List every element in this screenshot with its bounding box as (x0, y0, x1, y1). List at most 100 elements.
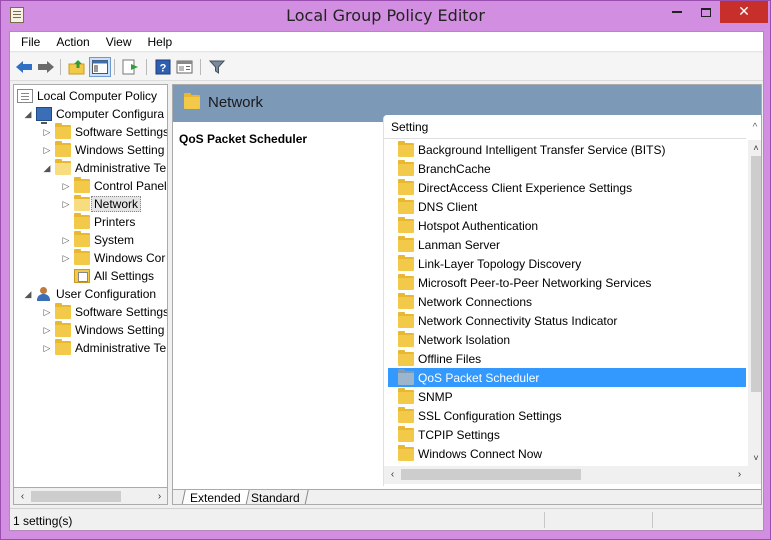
tree-item-control-panel[interactable]: ▷ Control Panel (61, 177, 167, 195)
tree-item-administrative-templates[interactable]: ◢ Administrative Te (42, 159, 166, 177)
list-item[interactable]: Hotspot Authentication (388, 216, 746, 235)
scrollbar-thumb[interactable] (401, 469, 581, 480)
list-item[interactable]: Windows Connect Now (388, 444, 746, 463)
list-item[interactable]: TCPIP Settings (388, 425, 746, 444)
scrollbar-thumb[interactable] (31, 491, 121, 502)
expand-icon[interactable]: ▷ (42, 307, 52, 317)
list-item[interactable]: Offline Files (388, 349, 746, 368)
description-area: QoS Packet Scheduler (173, 122, 383, 486)
forward-icon (38, 61, 54, 73)
tree-item-printers[interactable]: Printers (61, 213, 135, 231)
tree-item-all-settings[interactable]: All Settings (61, 267, 154, 285)
minimize-button[interactable] (662, 1, 692, 23)
list-item[interactable]: Network Connectivity Status Indicator (388, 311, 746, 330)
expand-icon[interactable]: ▷ (61, 199, 71, 209)
tree-item-label: Administrative Te (75, 341, 167, 355)
menu-file[interactable]: File (13, 32, 48, 52)
forward-button[interactable] (35, 57, 57, 77)
list-item-selected[interactable]: QoS Packet Scheduler (388, 368, 746, 387)
folder-icon (398, 311, 414, 328)
scroll-right-icon[interactable]: › (151, 488, 168, 505)
back-button[interactable] (13, 57, 35, 77)
status-separator (544, 512, 545, 528)
toolbar: ? (10, 53, 763, 81)
export-list-icon (122, 59, 138, 75)
menu-action[interactable]: Action (48, 32, 97, 52)
folder-icon (398, 273, 414, 290)
properties-icon (176, 60, 193, 74)
policy-document-icon (17, 89, 33, 103)
filter-button[interactable] (206, 57, 228, 77)
tree-item-user-windows-settings[interactable]: ▷ Windows Setting (42, 321, 164, 339)
list-item-label: Windows Connect Now (418, 446, 543, 461)
collapse-icon[interactable]: ◢ (42, 163, 52, 173)
menu-view[interactable]: View (98, 32, 140, 52)
export-list-button[interactable] (120, 57, 142, 77)
folder-icon (55, 123, 71, 139)
client-area: File Action View Help ? Local Computer P… (9, 31, 764, 531)
expand-icon[interactable]: ▷ (42, 325, 52, 335)
tree-item-label: Windows Setting (75, 143, 165, 157)
scroll-left-icon[interactable]: ‹ (14, 488, 31, 505)
list-vertical-scrollbar[interactable]: ˄ ˅ (748, 140, 761, 466)
computer-icon (36, 107, 52, 124)
list-item[interactable]: DirectAccess Client Experience Settings (388, 178, 746, 197)
list-item[interactable]: Network Isolation (388, 330, 746, 349)
scrollbar-thumb[interactable] (751, 156, 761, 392)
tree-item-user-software-settings[interactable]: ▷ Software Settings (42, 303, 167, 321)
list-item-label: Network Isolation (418, 332, 511, 347)
list-item[interactable]: Lanman Server (388, 235, 746, 254)
list-item[interactable]: Network Connections (388, 292, 746, 311)
collapse-icon[interactable]: ◢ (23, 109, 33, 119)
list-item[interactable]: SNMP (388, 387, 746, 406)
menu-bar: File Action View Help (10, 32, 763, 52)
tree-item-user-configuration[interactable]: ◢ User Configuration (23, 285, 156, 303)
sort-arrow-icon[interactable]: ^ (746, 115, 761, 139)
title-bar[interactable]: Local Group Policy Editor ✕ (1, 1, 770, 31)
list-item[interactable]: BranchCache (388, 159, 746, 178)
tab-label: Extended (190, 491, 241, 505)
close-button[interactable]: ✕ (720, 1, 768, 23)
up-folder-button[interactable] (66, 57, 88, 77)
scroll-left-icon[interactable]: ‹ (384, 466, 401, 483)
list-horizontal-scrollbar[interactable]: ‹ › (384, 466, 761, 484)
help-button[interactable]: ? (152, 57, 174, 77)
list-item[interactable]: Background Intelligent Transfer Service … (388, 140, 746, 159)
expand-icon[interactable]: ▷ (42, 145, 52, 155)
tree-item-system[interactable]: ▷ System (61, 231, 134, 249)
expand-icon[interactable]: ▷ (42, 127, 52, 137)
tab-extended[interactable]: Extended (181, 490, 250, 505)
expand-icon[interactable]: ▷ (61, 235, 71, 245)
maximize-button[interactable] (692, 1, 720, 23)
column-header-setting[interactable]: Setting (384, 115, 746, 139)
properties-button[interactable] (174, 57, 196, 77)
tree-item-label: Software Settings (75, 125, 168, 139)
scroll-up-icon[interactable]: ˄ (748, 140, 761, 156)
expand-icon[interactable]: ▷ (61, 253, 71, 263)
tree-item-windows-components[interactable]: ▷ Windows Cor (61, 249, 165, 267)
list-item-label: Microsoft Peer-to-Peer Networking Servic… (418, 275, 652, 290)
expand-icon[interactable]: ▷ (61, 181, 71, 191)
tree-horizontal-scrollbar[interactable]: ‹ › (13, 488, 168, 505)
expand-icon[interactable]: ▷ (42, 343, 52, 353)
tree-item-label: Computer Configura (56, 107, 165, 121)
menu-help[interactable]: Help (140, 32, 181, 52)
tree-item-user-administrative-templates[interactable]: ▷ Administrative Te (42, 339, 166, 357)
list-item[interactable]: Microsoft Peer-to-Peer Networking Servic… (388, 273, 746, 292)
tree-item-windows-settings[interactable]: ▷ Windows Setting (42, 141, 164, 159)
tab-standard[interactable]: Standard (243, 490, 309, 504)
tree-item-network[interactable]: ▷ Network (61, 195, 142, 213)
scroll-right-icon[interactable]: › (731, 466, 748, 483)
tree-item-computer-configuration[interactable]: ◢ Computer Configura (23, 105, 165, 124)
list-item[interactable]: DNS Client (388, 197, 746, 216)
tree-item-local-computer-policy[interactable]: Local Computer Policy (17, 87, 157, 105)
console-tree[interactable]: Local Computer Policy ◢ Computer Configu… (13, 84, 168, 488)
list-item[interactable]: SSL Configuration Settings (388, 406, 746, 425)
show-hide-tree-button[interactable] (89, 57, 111, 77)
collapse-icon[interactable]: ◢ (23, 289, 33, 299)
list-item[interactable]: Link-Layer Topology Discovery (388, 254, 746, 273)
pane-title: Network (208, 94, 264, 111)
scroll-down-icon[interactable]: ˅ (748, 450, 761, 466)
tree-item-software-settings[interactable]: ▷ Software Settings (42, 123, 168, 141)
